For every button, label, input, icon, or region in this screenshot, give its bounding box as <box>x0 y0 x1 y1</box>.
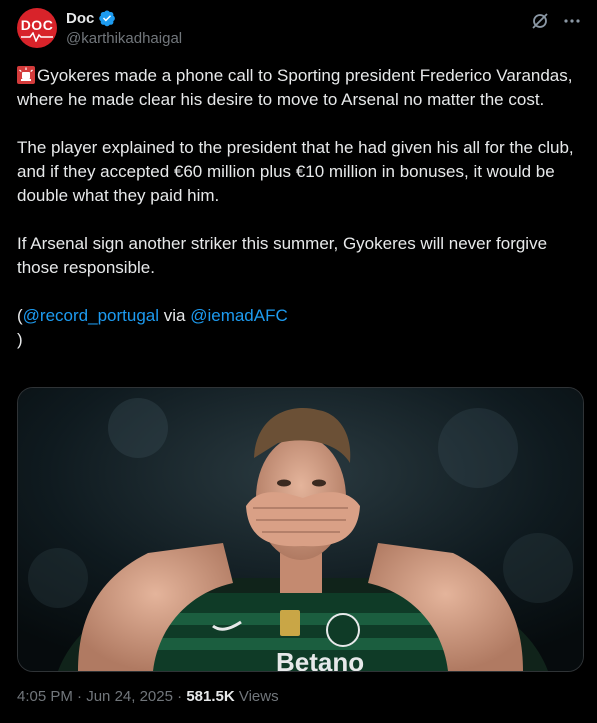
rotating-light-icon <box>17 66 35 84</box>
tweet-time[interactable]: 4:05 PM <box>17 688 73 705</box>
svg-text:Betano: Betano <box>276 647 364 671</box>
tweet-text: Gyokeres made a phone call to Sporting p… <box>17 64 577 352</box>
paren-close: ) <box>17 330 23 349</box>
meta-separator: · <box>172 688 187 705</box>
tweet-paragraph-1-text: Gyokeres made a phone call to Sporting p… <box>17 66 573 109</box>
tweet: DOC Doc @karthikadhaigal Gyokeres made a… <box>0 0 597 723</box>
tweet-top-actions <box>529 10 583 32</box>
mention-iemadafc[interactable]: @iemadAFC <box>190 306 288 325</box>
tweet-meta: 4:05 PM · Jun 24, 2025 · 581.5K Views <box>17 688 279 705</box>
player-photo: Betano <box>18 388 583 671</box>
tweet-paragraph-2: The player explained to the president th… <box>17 138 574 205</box>
avatar-logo-text: DOC <box>20 17 54 33</box>
tweet-date[interactable]: Jun 24, 2025 <box>86 688 173 705</box>
more-icon[interactable] <box>561 10 583 32</box>
tweet-paragraph-1: Gyokeres made a phone call to Sporting p… <box>17 64 577 112</box>
tweet-paragraph-3: If Arsenal sign another striker this sum… <box>17 234 548 277</box>
via-text: via <box>159 306 191 325</box>
mention-record-portugal[interactable]: @record_portugal <box>23 306 159 325</box>
tweet-media-photo[interactable]: Betano <box>17 387 584 672</box>
display-name[interactable]: Doc <box>66 10 94 27</box>
views-count: 581.5K <box>186 688 235 705</box>
grok-icon[interactable] <box>529 10 551 32</box>
views-label: Views <box>234 688 279 705</box>
name-row: Doc <box>66 9 116 27</box>
avatar[interactable]: DOC <box>17 8 57 48</box>
heartbeat-icon <box>21 32 53 42</box>
user-handle[interactable]: @karthikadhaigal <box>66 30 182 47</box>
meta-separator: · <box>72 688 87 705</box>
verified-badge-icon <box>99 10 116 27</box>
tweet-paragraph-4: (@record_portugal via @iemadAFC) <box>17 304 577 352</box>
